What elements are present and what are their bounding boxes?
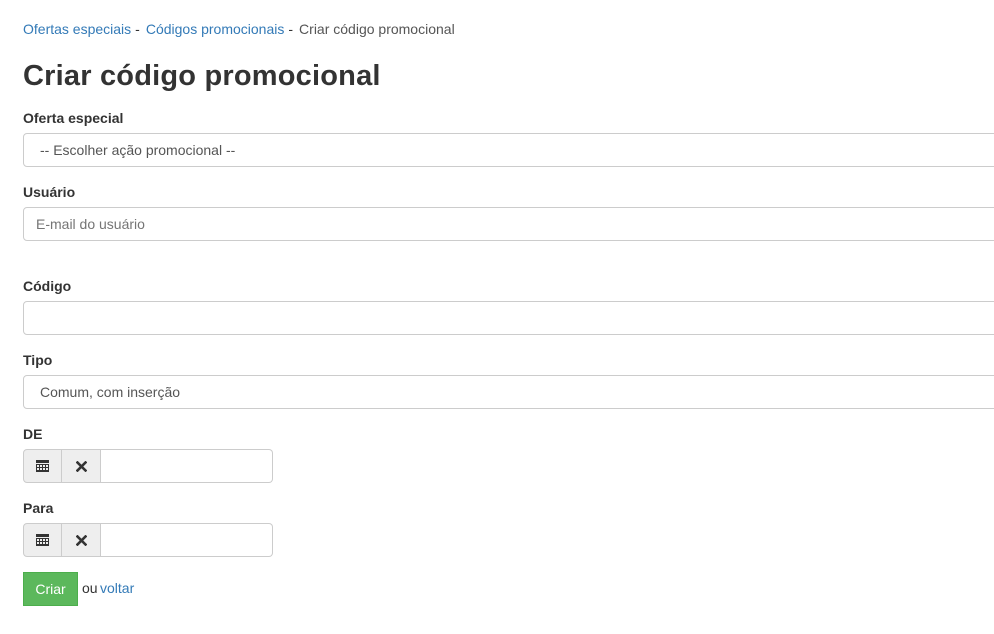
to-date-group xyxy=(23,523,273,557)
to-clear-button[interactable] xyxy=(62,523,101,557)
user-email-input[interactable] xyxy=(23,207,994,241)
user-label: Usuário xyxy=(23,184,76,200)
type-label: Tipo xyxy=(23,352,53,368)
offer-select-value: -- Escolher ação promocional -- xyxy=(40,142,236,158)
or-text: ou xyxy=(82,580,98,596)
close-icon xyxy=(75,460,87,472)
close-icon xyxy=(75,534,87,546)
breadcrumb-separator: - xyxy=(288,21,294,37)
calendar-icon xyxy=(36,534,49,546)
code-label: Código xyxy=(23,278,72,294)
type-select-value: Comum, com inserção xyxy=(40,384,181,400)
from-date-input[interactable] xyxy=(101,449,273,483)
breadcrumb-link-special-offers[interactable]: Ofertas especiais xyxy=(23,21,131,37)
to-date-label: Para xyxy=(23,500,54,516)
breadcrumb-current: Criar código promocional xyxy=(299,21,455,37)
calendar-icon xyxy=(36,460,49,472)
back-link[interactable]: voltar xyxy=(100,580,134,596)
type-select[interactable]: Comum, com inserção xyxy=(23,375,994,409)
from-clear-button[interactable] xyxy=(62,449,101,483)
offer-label: Oferta especial xyxy=(23,110,124,126)
to-calendar-button[interactable] xyxy=(23,523,62,557)
breadcrumb-separator: - xyxy=(135,21,140,37)
page-title: Criar código promocional xyxy=(23,60,381,92)
offer-select[interactable]: -- Escolher ação promocional -- xyxy=(23,133,994,167)
breadcrumb-link-promo-codes[interactable]: Códigos promocionais xyxy=(146,21,285,37)
from-calendar-button[interactable] xyxy=(23,449,62,483)
breadcrumb: Ofertas especiais - Códigos promocionais - C… xyxy=(23,21,455,37)
to-date-input[interactable] xyxy=(101,523,273,557)
create-button[interactable]: Criar xyxy=(23,572,78,606)
from-date-group xyxy=(23,449,273,483)
code-input[interactable] xyxy=(23,301,994,335)
from-date-label: DE xyxy=(23,426,43,442)
